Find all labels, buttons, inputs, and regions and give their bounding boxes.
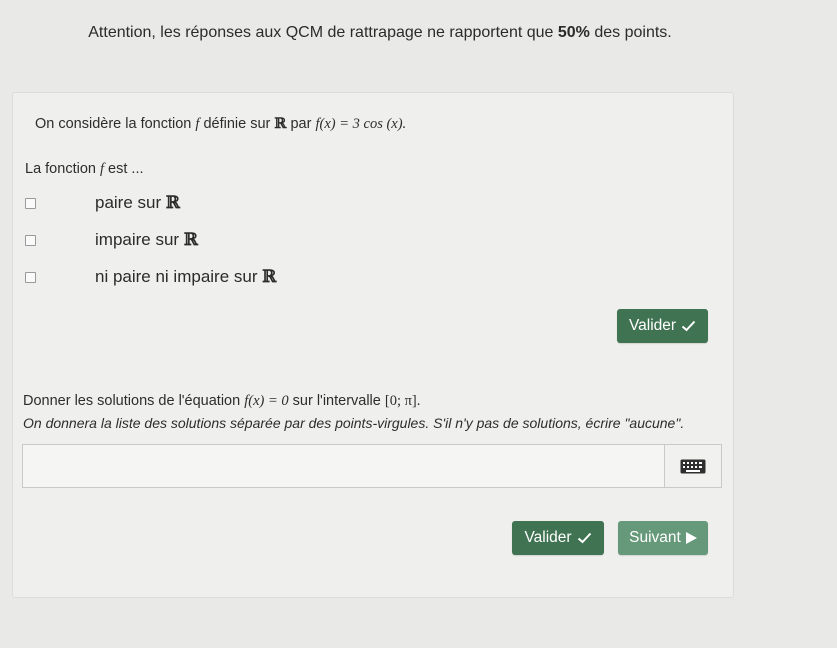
exercise-panel: On considère la fonction f définie sur ℝ…: [12, 92, 734, 598]
q1-text-start: On considère la fonction: [35, 116, 196, 132]
keyboard-icon: [680, 459, 706, 473]
validate-button-q2[interactable]: Valider: [512, 521, 604, 555]
q1-lead-end: est ...: [104, 161, 144, 177]
q1-lead-start: La fonction: [25, 161, 100, 177]
check-icon: [681, 320, 696, 332]
checkbox-impaire[interactable]: [25, 234, 36, 246]
warning-text-end: des points.: [589, 24, 672, 41]
validate-button-q1[interactable]: Valider: [617, 309, 708, 343]
checkbox-ni-paire-ni-impaire[interactable]: [25, 271, 36, 283]
q2-text-start: Donner les solutions de l'équation: [23, 393, 245, 409]
question2-statement: Donner les solutions de l'équation f(x) …: [23, 393, 420, 410]
choice-paire-label[interactable]: paire sur ℝ: [95, 193, 180, 213]
choice-ni-paire-ni-impaire[interactable]: ni paire ni impaire sur ℝ: [25, 265, 276, 289]
warning-message: Attention, les réponses aux QCM de rattr…: [0, 24, 760, 42]
checkbox-paire[interactable]: [25, 197, 36, 209]
validate-q1-label: Valider: [628, 317, 677, 334]
q2-text-mid: sur l'intervalle: [288, 393, 385, 409]
q2-equation: f(x) = 0: [244, 393, 289, 409]
question1-statement: On considère la fonction f définie sur ℝ…: [35, 115, 406, 133]
virtual-keyboard-button[interactable]: [664, 444, 722, 488]
warning-percentage: 50%: [557, 24, 590, 41]
q1-text-par: par: [286, 116, 316, 132]
choice-paire[interactable]: paire sur ℝ: [25, 191, 180, 215]
next-label: Suivant: [629, 529, 681, 546]
question1-lead: La fonction f est ...: [25, 161, 144, 178]
q1-text-defined: définie sur: [199, 116, 275, 132]
q2-interval: [0; π].: [384, 393, 421, 409]
choice-impaire[interactable]: impaire sur ℝ: [25, 228, 198, 252]
next-button[interactable]: Suivant: [618, 521, 708, 555]
question2-hint: On donnera la liste des solutions séparé…: [23, 415, 685, 431]
choice-impaire-label[interactable]: impaire sur ℝ: [95, 230, 198, 250]
q1-formula: f(x) = 3 cos (x).: [315, 116, 407, 132]
play-triangle-icon: [685, 532, 697, 544]
warning-text-start: Attention, les réponses aux QCM de rattr…: [88, 24, 558, 41]
q1-set-r: ℝ: [274, 115, 287, 132]
choice-ni-paire-ni-impaire-label[interactable]: ni paire ni impaire sur ℝ: [95, 267, 276, 287]
check-icon: [577, 532, 591, 544]
validate-q2-label: Valider: [524, 529, 572, 546]
answer-input[interactable]: [22, 444, 664, 488]
